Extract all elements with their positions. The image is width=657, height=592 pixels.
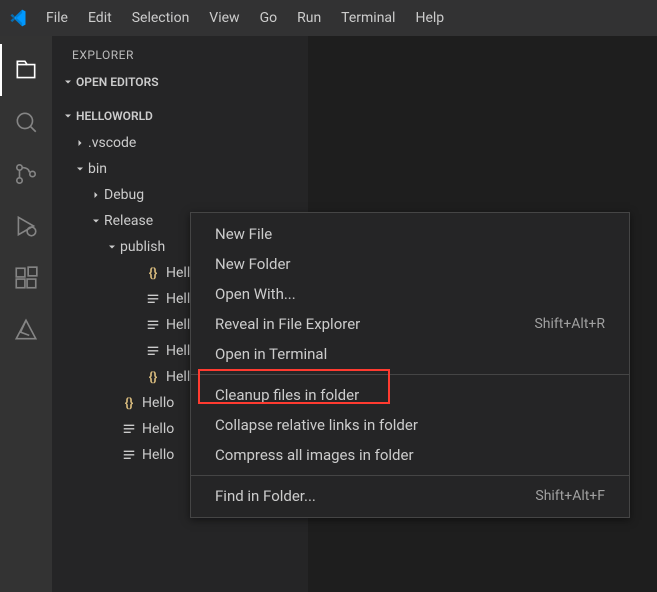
menu-terminal[interactable]: Terminal	[331, 6, 405, 30]
text-file-icon	[120, 422, 138, 436]
title-bar: File Edit Selection View Go Run Terminal…	[0, 0, 657, 36]
tree-folder-vscode[interactable]: .vscode	[52, 130, 308, 156]
vscode-logo-icon	[8, 8, 28, 28]
menu-selection[interactable]: Selection	[122, 6, 200, 30]
chevron-down-icon	[72, 161, 88, 177]
context-find-in-folder[interactable]: Find in Folder... Shift+Alt+F	[191, 481, 629, 511]
menu-file[interactable]: File	[36, 6, 78, 30]
chevron-down-icon	[60, 108, 76, 124]
extensions-icon[interactable]	[0, 252, 52, 304]
azure-icon[interactable]	[0, 304, 52, 356]
context-reveal-explorer[interactable]: Reveal in File Explorer Shift+Alt+R	[191, 309, 629, 339]
chevron-down-icon	[60, 74, 76, 90]
context-collapse-links[interactable]: Collapse relative links in folder	[191, 410, 629, 440]
context-separator	[191, 475, 629, 476]
tree-label: Hell	[166, 343, 190, 359]
context-label: New File	[215, 225, 272, 243]
tree-label: .vscode	[88, 135, 136, 151]
context-label: Open in Terminal	[215, 345, 327, 363]
context-label: Find in Folder...	[215, 487, 316, 505]
activity-bar	[0, 36, 52, 592]
tree-label: Release	[104, 213, 153, 229]
chevron-down-icon	[88, 213, 104, 229]
context-separator	[191, 374, 629, 375]
context-label: New Folder	[215, 255, 290, 273]
open-editors-header[interactable]: Open Editors	[52, 70, 308, 94]
text-file-icon	[120, 448, 138, 462]
menu-go[interactable]: Go	[250, 6, 288, 30]
context-cleanup-files[interactable]: Cleanup files in folder	[191, 380, 629, 410]
tree-label: Hell	[166, 291, 190, 307]
context-new-folder[interactable]: New Folder	[191, 249, 629, 279]
context-menu: New File New Folder Open With... Reveal …	[190, 212, 630, 518]
tree-label: Hell	[166, 369, 190, 385]
tree-label: Hell	[166, 317, 190, 333]
tree-label: Hello	[142, 447, 174, 463]
text-file-icon	[144, 292, 162, 306]
workspace-label: HelloWorld	[76, 109, 153, 123]
open-editors-label: Open Editors	[76, 75, 159, 89]
context-compress-images[interactable]: Compress all images in folder	[191, 440, 629, 470]
json-file-icon: {}	[144, 266, 162, 281]
context-label: Open With...	[215, 285, 296, 303]
json-file-icon: {}	[144, 370, 162, 385]
search-icon[interactable]	[0, 96, 52, 148]
menu-bar: File Edit Selection View Go Run Terminal…	[36, 6, 454, 30]
context-label: Compress all images in folder	[215, 446, 414, 464]
chevron-down-icon	[104, 239, 120, 255]
sidebar-title: Explorer	[52, 36, 308, 70]
tree-label: bin	[88, 161, 107, 177]
text-file-icon	[144, 344, 162, 358]
context-label: Collapse relative links in folder	[215, 416, 418, 434]
menu-edit[interactable]: Edit	[78, 6, 122, 30]
menu-run[interactable]: Run	[287, 6, 331, 30]
context-open-with[interactable]: Open With...	[191, 279, 629, 309]
chevron-right-icon	[72, 135, 88, 151]
tree-label: Hello	[142, 421, 174, 437]
text-file-icon	[144, 318, 162, 332]
context-label: Reveal in File Explorer	[215, 315, 360, 333]
context-label: Cleanup files in folder	[215, 386, 359, 404]
context-shortcut: Shift+Alt+F	[535, 488, 605, 504]
menu-help[interactable]: Help	[405, 6, 454, 30]
tree-label: Hell	[166, 265, 190, 281]
source-control-icon[interactable]	[0, 148, 52, 200]
explorer-icon[interactable]	[0, 44, 52, 96]
menu-view[interactable]: View	[199, 6, 249, 30]
json-file-icon: {}	[120, 396, 138, 411]
context-new-file[interactable]: New File	[191, 219, 629, 249]
tree-label: publish	[120, 239, 165, 255]
workspace-header[interactable]: HelloWorld	[52, 104, 308, 128]
context-open-terminal[interactable]: Open in Terminal	[191, 339, 629, 369]
tree-folder-debug[interactable]: Debug	[52, 182, 308, 208]
tree-folder-bin[interactable]: bin	[52, 156, 308, 182]
context-shortcut: Shift+Alt+R	[534, 316, 605, 332]
chevron-right-icon	[88, 187, 104, 203]
tree-label: Debug	[104, 187, 144, 203]
run-debug-icon[interactable]	[0, 200, 52, 252]
tree-label: Hello	[142, 395, 174, 411]
